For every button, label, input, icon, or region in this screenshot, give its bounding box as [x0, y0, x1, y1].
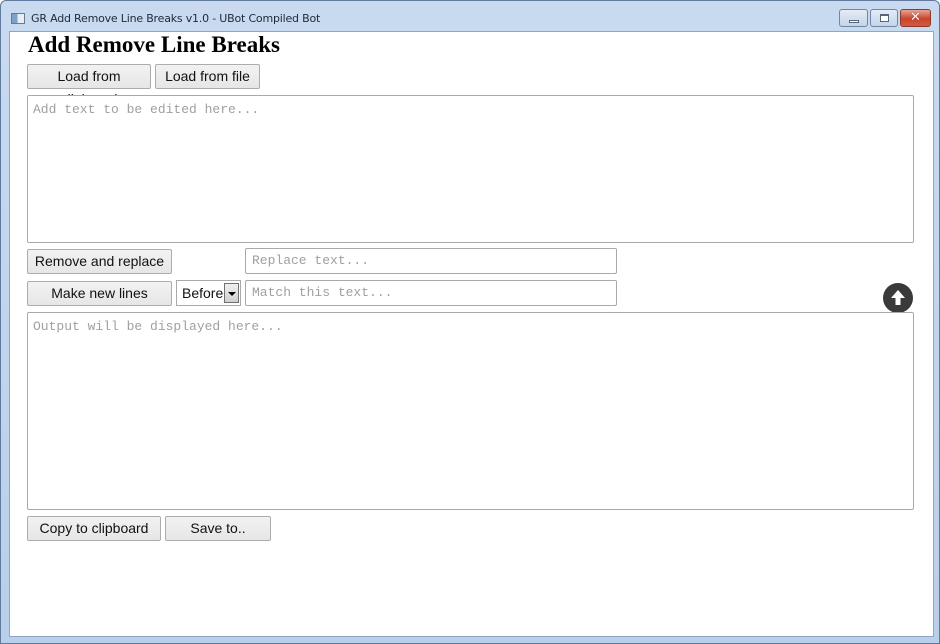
- minimize-button[interactable]: [839, 9, 868, 27]
- arrow-up-circle-icon: [891, 290, 905, 305]
- position-select[interactable]: Before: [176, 280, 241, 306]
- remove-and-replace-button[interactable]: Remove and replace: [27, 249, 172, 274]
- load-from-clipboard-button[interactable]: Load from clipboard: [27, 64, 151, 107]
- page-title: Add Remove Line Breaks: [28, 32, 280, 57]
- scroll-to-top-button[interactable]: [883, 283, 913, 313]
- app-icon: [11, 13, 25, 24]
- window-title: GR Add Remove Line Breaks v1.0 - UBot Co…: [31, 12, 321, 25]
- replace-text-placeholder: Replace text...: [252, 253, 370, 268]
- client-area: Add Remove Line Breaks Load from clipboa…: [9, 31, 934, 637]
- save-to-button[interactable]: Save to..: [165, 516, 271, 541]
- output-placeholder: Output will be displayed here...: [33, 319, 283, 334]
- replace-text-input[interactable]: Replace text...: [245, 248, 617, 274]
- maximize-button[interactable]: [870, 9, 898, 27]
- close-icon: ✕: [910, 10, 921, 25]
- app-window: GR Add Remove Line Breaks v1.0 - UBot Co…: [0, 0, 940, 644]
- minimize-icon: [849, 20, 859, 23]
- maximize-icon: [880, 14, 889, 22]
- match-text-placeholder: Match this text...: [252, 285, 393, 300]
- match-text-input[interactable]: Match this text...: [245, 280, 617, 306]
- title-bar[interactable]: GR Add Remove Line Breaks v1.0 - UBot Co…: [1, 1, 939, 31]
- close-button[interactable]: ✕: [900, 9, 931, 27]
- copy-to-clipboard-button[interactable]: Copy to clipboard: [27, 516, 161, 541]
- input-textarea[interactable]: Add text to be edited here...: [27, 95, 914, 243]
- chevron-down-icon[interactable]: [224, 283, 239, 303]
- input-placeholder: Add text to be edited here...: [33, 102, 260, 117]
- make-new-lines-button[interactable]: Make new lines: [27, 281, 172, 306]
- output-textarea[interactable]: Output will be displayed here...: [27, 312, 914, 510]
- load-from-file-button[interactable]: Load from file: [155, 64, 260, 89]
- position-select-value: Before: [182, 285, 224, 301]
